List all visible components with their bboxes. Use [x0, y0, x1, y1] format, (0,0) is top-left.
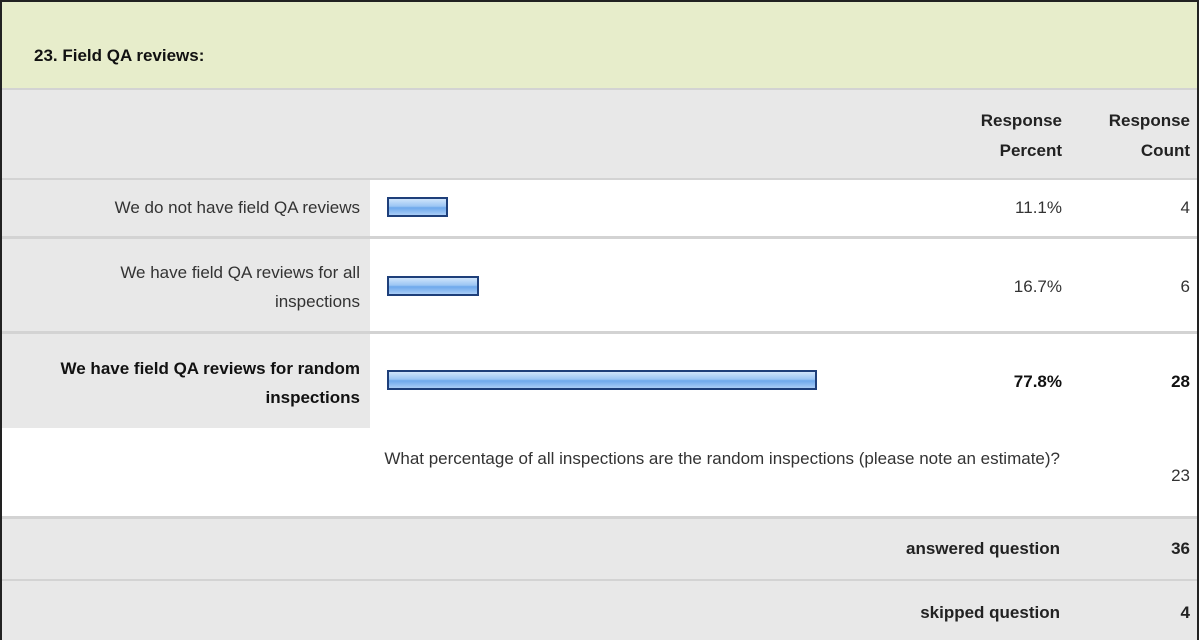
skipped-row: skipped question 4 — [2, 581, 1197, 640]
response-count-value: 4 — [1180, 198, 1190, 217]
answered-question-value: 36 — [1171, 539, 1190, 558]
skipped-question-label: skipped question — [920, 603, 1060, 622]
question-title: 23. Field QA reviews: — [34, 46, 205, 65]
answer-row-all-inspections: We have field QA reviews for all inspect… — [2, 239, 1197, 331]
answered-row: answered question 36 — [2, 519, 1197, 579]
answer-row-random-inspections: We have field QA reviews for random insp… — [2, 334, 1197, 428]
answer-label-cell: We have field QA reviews for random insp… — [2, 334, 370, 428]
answered-question-label: answered question — [906, 539, 1060, 558]
answer-label: We have field QA reviews for random insp… — [60, 359, 360, 407]
chart-bar — [387, 197, 448, 217]
column-header-row: Response Percent Response Count — [2, 88, 1197, 180]
response-count-header: Response Count — [1108, 111, 1190, 160]
response-percent-header: Response Percent — [980, 111, 1062, 160]
answer-row-no-reviews: We do not have field QA reviews 11.1% 4 — [2, 180, 1197, 236]
chart-bar — [387, 276, 479, 296]
answer-label: We do not have field QA reviews — [114, 198, 360, 217]
open-response-row: What percentage of all inspections are t… — [2, 428, 1197, 516]
open-response-question: What percentage of all inspections are t… — [384, 449, 1060, 468]
chart-value-label: 11.1% — [1015, 198, 1062, 217]
open-response-count: 23 — [1171, 466, 1190, 485]
question-header: 23. Field QA reviews: — [2, 2, 1197, 88]
chart-value-label: 16.7% — [1013, 277, 1062, 296]
answer-label-cell: We have field QA reviews for all inspect… — [2, 239, 370, 331]
answer-label: We have field QA reviews for all inspect… — [120, 263, 360, 311]
chart-value-label: 77.8% — [1013, 372, 1062, 391]
response-count-value: 6 — [1180, 277, 1190, 296]
skipped-question-value: 4 — [1180, 603, 1190, 622]
chart-bar — [387, 370, 817, 390]
response-count-value: 28 — [1171, 372, 1190, 391]
answer-label-cell: We do not have field QA reviews — [2, 180, 370, 236]
